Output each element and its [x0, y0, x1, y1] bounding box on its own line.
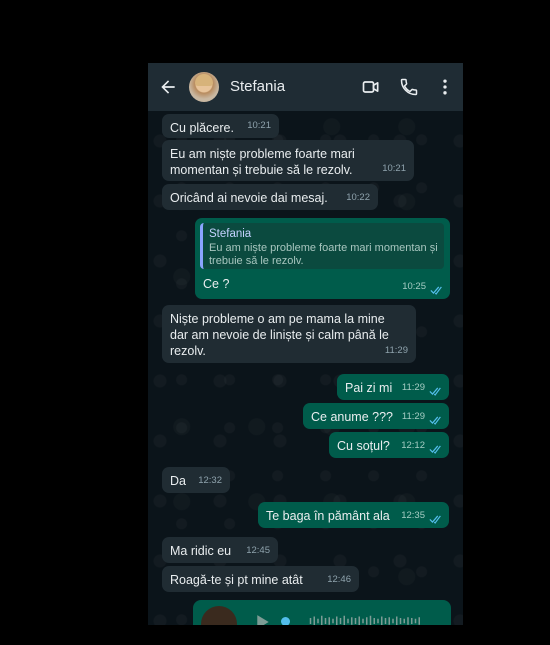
- message-text: Cu plăcere.: [170, 121, 234, 135]
- message-bubble[interactable]: Cu plăcere. 10:21: [162, 114, 279, 138]
- message-time: 12:32: [198, 475, 222, 486]
- message-time: 10:25: [402, 281, 426, 292]
- message-text: Cu soțul?: [337, 439, 390, 453]
- message-bubble[interactable]: Oricând ai nevoie dai mesaj. 10:22: [162, 184, 378, 210]
- message-time: 11:29: [401, 411, 425, 422]
- message-bubble[interactable]: Ce anume ??? 11:29: [303, 403, 449, 429]
- message-time: 12:46: [327, 574, 351, 585]
- message-time: 12:12: [401, 440, 425, 451]
- message-bubble[interactable]: Pai zi mi 11:29: [337, 374, 449, 400]
- message-time: 10:21: [382, 163, 406, 174]
- contact-name[interactable]: Stefania: [230, 78, 285, 95]
- message-time: 11:29: [384, 345, 408, 356]
- message-text: Ce anume ???: [311, 410, 394, 424]
- quoted-text: Eu am niște probleme foarte mari momenta…: [209, 242, 438, 267]
- waveform-icon: [309, 615, 420, 625]
- message-text: Oricând ai nevoie dai mesaj.: [170, 191, 328, 205]
- message-text: Niște probleme o am pe mama la mine dar …: [170, 312, 389, 358]
- voice-sender-avatar: [201, 606, 237, 625]
- message-bubble[interactable]: Da 12:32: [162, 467, 230, 493]
- message-time: 10:21: [247, 120, 271, 131]
- quoted-message[interactable]: Stefania Eu am niște probleme foarte mar…: [200, 223, 444, 269]
- back-arrow-icon[interactable]: [158, 77, 178, 97]
- phone-icon[interactable]: [399, 77, 419, 97]
- message-time: 12:45: [246, 545, 270, 556]
- message-text: Te baga în pământ ala: [266, 509, 390, 523]
- message-time: 11:29: [401, 382, 425, 393]
- double-check-icon: [429, 387, 441, 396]
- message-bubble[interactable]: Ma ridic eu 12:45: [162, 537, 278, 563]
- message-bubble[interactable]: Cu soțul? 12:12: [329, 432, 449, 458]
- chat-screen: Stefania Cu plăcere. 10:21 Eu am niște p…: [148, 63, 463, 625]
- message-time: 12:35: [401, 510, 425, 521]
- voice-message-bubble[interactable]: [193, 600, 451, 625]
- message-bubble[interactable]: Roagă-te și pt mine atât 12:46: [162, 566, 359, 592]
- double-check-icon: [429, 515, 441, 524]
- message-text: Roagă-te și pt mine atât: [170, 573, 303, 587]
- message-text: Ce ?: [203, 277, 230, 291]
- message-text: Da: [170, 474, 186, 488]
- message-bubble[interactable]: Te baga în pământ ala 12:35: [258, 502, 449, 528]
- message-bubble[interactable]: Eu am niște probleme foarte mari momenta…: [162, 140, 414, 181]
- more-vertical-icon[interactable]: [435, 77, 455, 97]
- message-bubble[interactable]: Niște probleme o am pe mama la mine dar …: [162, 305, 416, 363]
- message-text: Eu am niște probleme foarte mari momenta…: [170, 147, 355, 177]
- voice-progress-dot[interactable]: [281, 617, 290, 625]
- double-check-icon: [429, 445, 441, 454]
- contact-avatar[interactable]: [189, 72, 219, 102]
- play-icon[interactable]: [256, 614, 270, 625]
- message-text: Pai zi mi: [345, 381, 393, 395]
- message-bubble[interactable]: Stefania Eu am niște probleme foarte mar…: [195, 218, 450, 299]
- message-text: Ma ridic eu: [170, 544, 232, 558]
- quoted-author: Stefania: [209, 228, 252, 240]
- video-call-icon[interactable]: [361, 77, 381, 97]
- double-check-icon: [429, 416, 441, 425]
- chat-header: Stefania: [148, 63, 463, 111]
- double-check-icon: [430, 286, 442, 295]
- message-time: 10:22: [346, 192, 370, 203]
